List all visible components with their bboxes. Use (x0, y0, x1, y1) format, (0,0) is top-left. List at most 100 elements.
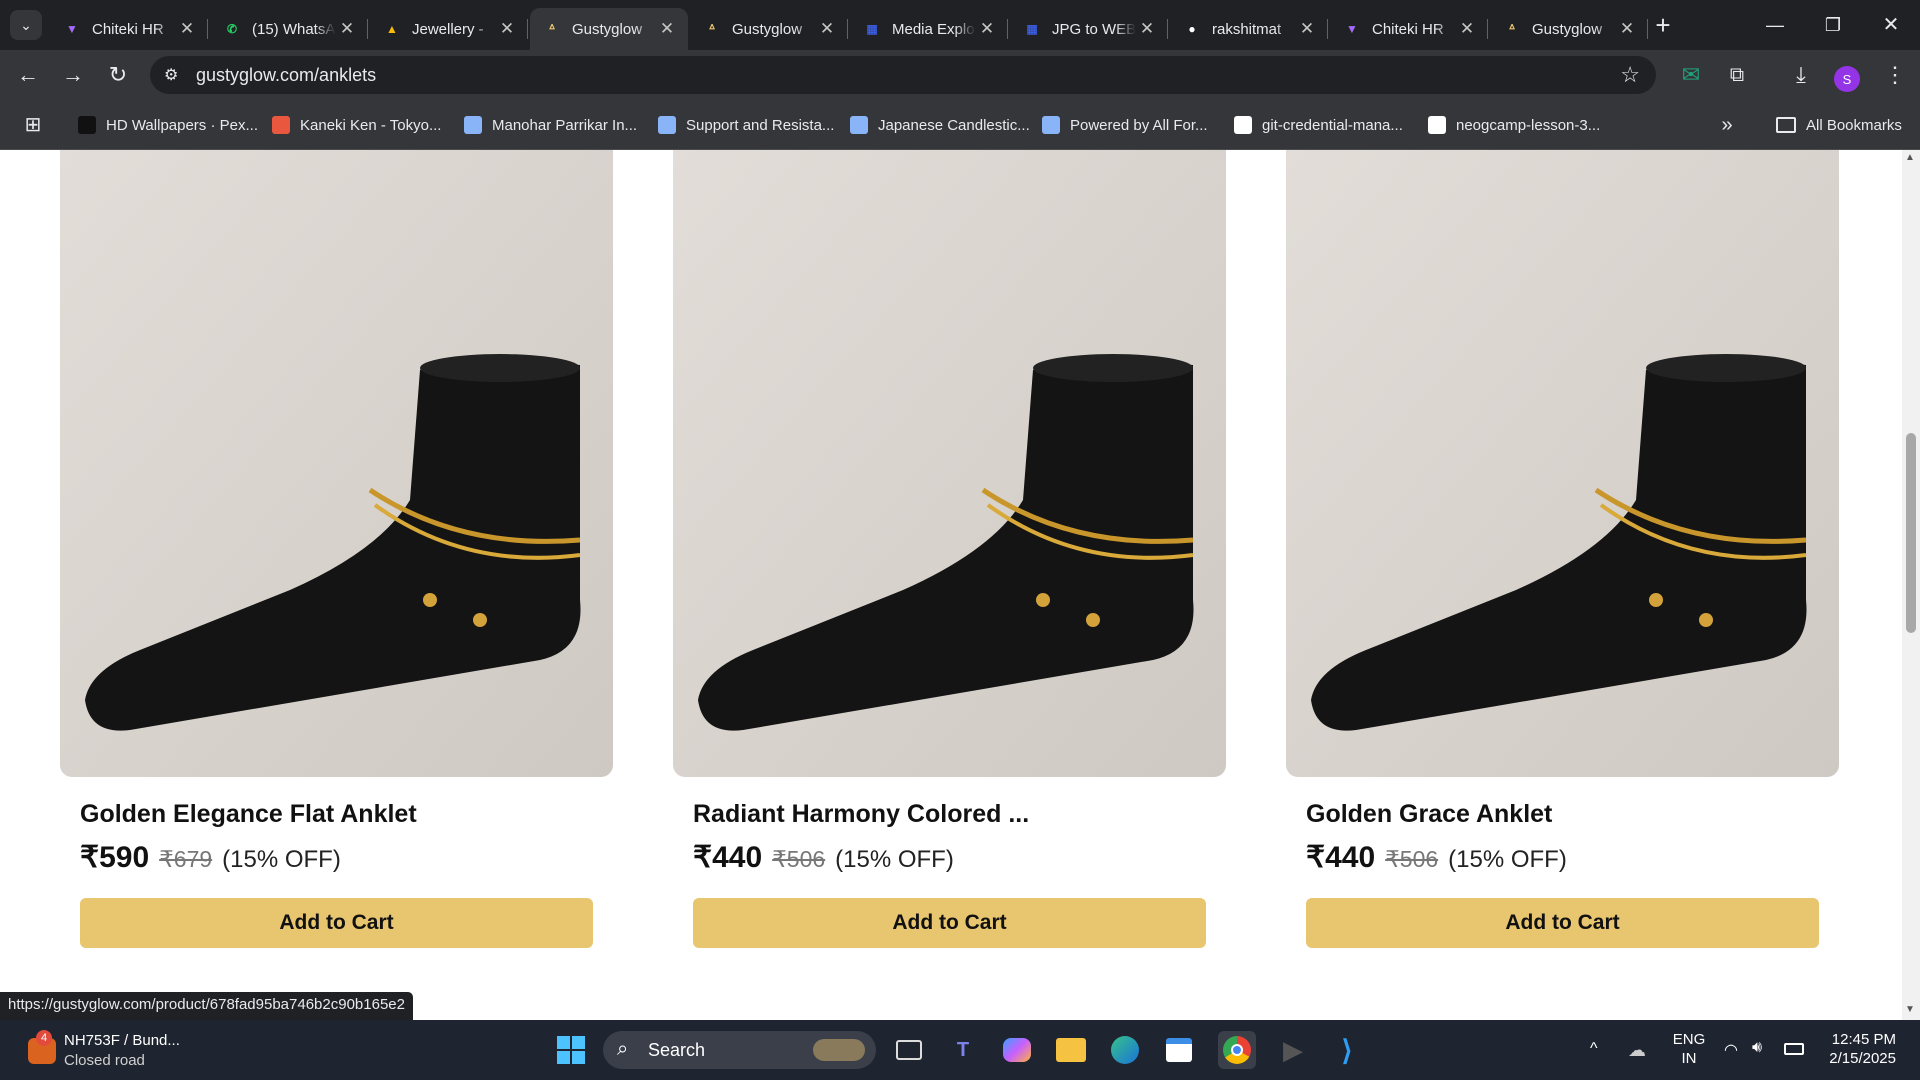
address-bar[interactable]: ⚙ gustyglow.com/anklets ☆ (150, 56, 1656, 94)
tab-10[interactable]: ᐞ Gustyglow ✕ (1490, 8, 1648, 50)
add-to-cart-button[interactable]: Add to Cart (80, 898, 593, 948)
tab-title: (15) WhatsApp (252, 20, 336, 38)
tab-8[interactable]: ● rakshitmat ✕ (1170, 8, 1328, 50)
bookmark-item[interactable]: git-credential-mana... (1234, 113, 1403, 137)
battery-icon[interactable] (1784, 1043, 1804, 1055)
bookmark-item[interactable]: Powered by All For... (1042, 113, 1208, 137)
url-text: gustyglow.com/anklets (196, 65, 377, 85)
volume-icon[interactable]: 🔊︎ (1752, 1039, 1762, 1057)
back-icon[interactable]: ← (12, 60, 44, 90)
product-image-svg (673, 150, 1226, 777)
product-name[interactable]: Golden Grace Anklet (1306, 800, 1552, 829)
bookmark-label: git-credential-mana... (1262, 116, 1403, 134)
bookmark-label: Manohar Parrikar In... (492, 116, 638, 134)
forward-icon[interactable]: → (57, 60, 89, 90)
add-to-cart-button[interactable]: Add to Cart (1306, 898, 1819, 948)
vscode-icon[interactable]: ⟩ (1328, 1031, 1366, 1069)
time-text: 12:45 PM (1831, 1031, 1896, 1048)
onedrive-icon[interactable]: ☁ (1628, 1040, 1646, 1061)
media-player-icon[interactable]: ▶ (1274, 1031, 1312, 1069)
tab-close-icon[interactable]: ✕ (1456, 19, 1478, 39)
gustyglow-icon: ᐞ (708, 22, 716, 36)
extension-mail-icon[interactable]: ✉ (1676, 60, 1706, 90)
product-name[interactable]: Golden Elegance Flat Anklet (80, 800, 417, 829)
date-text: 2/15/2025 (1829, 1050, 1896, 1067)
apps-grid-icon[interactable]: ⊞ (18, 110, 48, 140)
bookmark-item[interactable]: Manohar Parrikar In... (464, 113, 637, 137)
copilot-icon[interactable] (998, 1031, 1036, 1069)
bookmark-item[interactable]: HD Wallpapers · Pex... (78, 113, 258, 137)
news-title: NH753F / Bund... (64, 1032, 180, 1049)
product-name[interactable]: Radiant Harmony Colored ... (693, 800, 1029, 829)
minimize-button[interactable]: — (1760, 10, 1790, 40)
google-drive-icon: ▲ (386, 22, 398, 36)
wifi-icon[interactable]: ◠ (1724, 1040, 1738, 1060)
product-grid: Golden Elegance Flat Anklet ₹590 ₹679 (15% … (0, 150, 1902, 1020)
scroll-down-arrow[interactable]: ▼ (1905, 1004, 1915, 1015)
tab-close-icon[interactable]: ✕ (336, 19, 358, 39)
product-image[interactable] (673, 150, 1226, 777)
bookmark-item[interactable]: Kaneki Ken - Tokyo... (272, 113, 441, 137)
status-bar-url: https://gustyglow.com/product/678fad95ba… (0, 992, 413, 1020)
region-text: IN (1681, 1050, 1697, 1067)
tab-close-icon[interactable]: ✕ (1296, 19, 1318, 39)
extensions-puzzle-icon[interactable]: ⧉ (1722, 60, 1752, 90)
profile-avatar[interactable]: S (1834, 66, 1860, 92)
add-to-cart-button[interactable]: Add to Cart (693, 898, 1206, 948)
language-indicator[interactable]: ENG IN (1672, 1030, 1706, 1068)
chrome-icon[interactable] (1218, 1031, 1256, 1069)
more-bookmarks-icon[interactable]: » (1712, 110, 1742, 140)
menu-kebab-icon[interactable]: ⋮ (1880, 60, 1910, 90)
product-image[interactable] (60, 150, 613, 777)
bookmark-star-icon[interactable]: ☆ (1620, 62, 1640, 88)
edge-icon[interactable] (1106, 1031, 1144, 1069)
tab-close-icon[interactable]: ✕ (816, 19, 838, 39)
tab-3[interactable]: ▲ Jewellery - ✕ (370, 8, 528, 50)
tab-6[interactable]: ▦ Media Explorer✕ (850, 8, 1008, 50)
tab-title: Chiteki HR (1372, 20, 1444, 38)
clock[interactable]: 12:45 PM 2/15/2025 (1820, 1030, 1896, 1068)
github-icon: ● (1188, 22, 1196, 36)
close-window-button[interactable]: ✕ (1876, 10, 1906, 40)
tab-7[interactable]: ▦ JPG to WEBP✕ (1010, 8, 1168, 50)
tab-close-icon[interactable]: ✕ (1616, 19, 1638, 39)
taskbar-search[interactable]: ⌕ Search (603, 1031, 876, 1069)
tab-title: Media Explorer (892, 20, 976, 38)
file-explorer-icon[interactable] (1052, 1031, 1090, 1069)
product-image[interactable] (1286, 150, 1839, 777)
tab-search-button[interactable]: ⌄ (10, 10, 42, 40)
task-view-icon[interactable] (890, 1031, 928, 1069)
scroll-up-arrow[interactable]: ▲ (1905, 152, 1915, 163)
store-icon[interactable] (1160, 1031, 1198, 1069)
site-info-icon[interactable]: ⚙ (164, 65, 178, 85)
show-hidden-icons[interactable]: ^ (1590, 1040, 1598, 1058)
scrollbar-thumb[interactable] (1906, 433, 1916, 633)
teams-icon[interactable]: T (944, 1031, 982, 1069)
pexels-icon (78, 116, 96, 134)
tab-close-icon[interactable]: ✕ (176, 19, 198, 39)
bookmark-item[interactable]: Support and Resista... (658, 113, 834, 137)
tab-5[interactable]: ᐞ Gustyglow ✕ (690, 8, 848, 50)
tab-4[interactable]: ᐞ Gustyglow ✕ (530, 8, 688, 50)
all-bookmarks[interactable]: All Bookmarks (1776, 113, 1902, 137)
bookmark-item[interactable]: Japanese Candlestic... (850, 113, 1030, 137)
vite-icon: ▼ (1346, 22, 1358, 36)
start-windows-icon[interactable] (552, 1031, 590, 1069)
tab-close-icon[interactable]: ✕ (496, 19, 518, 39)
tab-2[interactable]: ✆ (15) WhatsApp✕ (210, 8, 368, 50)
site-icon (658, 116, 676, 134)
new-tab-button[interactable]: + (1648, 10, 1678, 40)
tab-close-icon[interactable]: ✕ (976, 19, 998, 39)
github-icon (1234, 116, 1252, 134)
bookmark-label: Powered by All For... (1070, 116, 1208, 134)
news-widget[interactable]: 4 NH753F / Bund... Closed road (22, 1030, 192, 1072)
download-icon[interactable]: ⤓ (1786, 60, 1816, 90)
tab-close-icon[interactable]: ✕ (656, 19, 678, 39)
tab-close-icon[interactable]: ✕ (1136, 19, 1158, 39)
restore-button[interactable]: ❐ (1818, 10, 1848, 40)
reload-icon[interactable]: ↻ (102, 60, 134, 90)
tab-9[interactable]: ▼ Chiteki HR ✕ (1330, 8, 1488, 50)
site-icon (464, 116, 482, 134)
tab-1[interactable]: ▼ Chiteki HR ✕ (50, 8, 208, 50)
bookmark-item[interactable]: neogcamp-lesson-3... (1428, 113, 1600, 137)
